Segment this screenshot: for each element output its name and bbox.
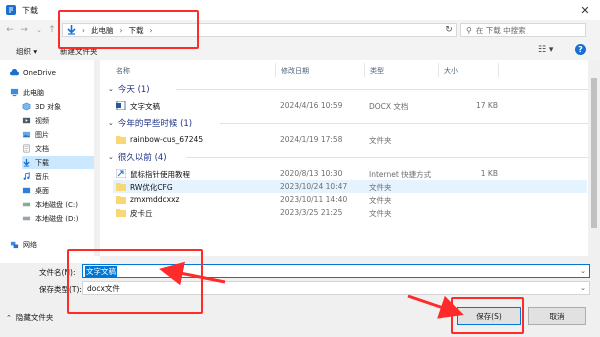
annotation-arrow-save xyxy=(407,294,464,319)
annotation-arrows xyxy=(159,261,464,319)
annotation-arrow-filename xyxy=(159,261,226,286)
